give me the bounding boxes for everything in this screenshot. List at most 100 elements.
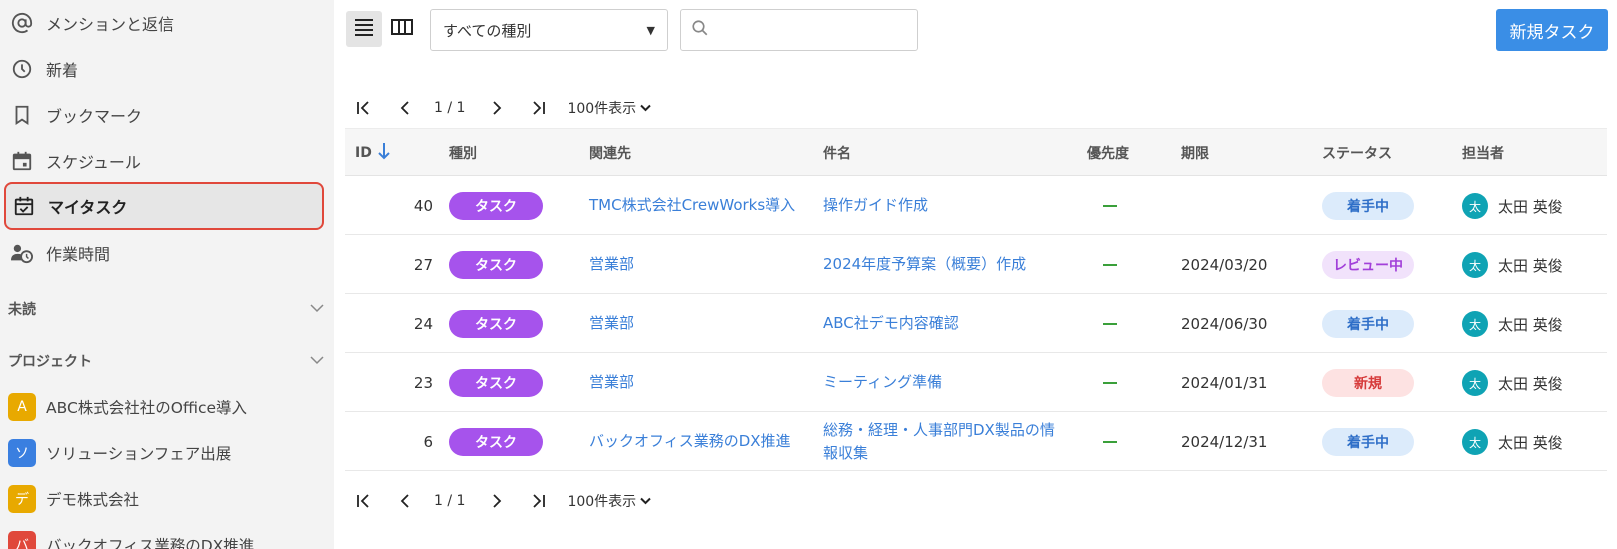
col-related[interactable]: 関連先 <box>589 129 631 177</box>
cell-priority <box>1103 354 1117 412</box>
table-row[interactable]: 27 タスク 営業部 2024年度予算案（概要）作成 2024/03/20 レビュー中 太太… <box>345 236 1607 294</box>
type-badge: タスク <box>449 251 543 279</box>
cell-assignee: 太太田 英俊 <box>1462 177 1563 235</box>
section-unread[interactable]: 未読 <box>0 294 334 324</box>
cell-id: 6 <box>423 433 433 451</box>
app-root: メンションと返信 新着 ブックマーク スケジュール マイタスク 作業時間 未読 … <box>0 0 1617 549</box>
cell-subject: ミーティング準備 <box>823 354 1063 412</box>
list-view-button[interactable] <box>346 11 382 47</box>
project-item[interactable]: A ABC株式会社社のOffice導入 <box>0 387 334 427</box>
status-badge: 新規 <box>1322 369 1414 397</box>
priority-none-dash <box>1103 323 1117 325</box>
nav-label: 作業時間 <box>46 245 111 264</box>
assignee-name: 太田 英俊 <box>1498 256 1563 275</box>
nav-bookmarks[interactable]: ブックマーク <box>0 92 334 138</box>
table-row[interactable]: 23 タスク 営業部 ミーティング準備 2024/01/31 新規 太太田 英俊 <box>345 354 1607 412</box>
status-badge: 着手中 <box>1322 310 1414 338</box>
table-row[interactable]: 24 タスク 営業部 ABC社デモ内容確認 2024/06/30 着手中 太太田 英俊 <box>345 295 1607 353</box>
page-size-select[interactable]: 100件表示 <box>567 98 651 118</box>
type-badge: タスク <box>449 428 543 456</box>
page-info: 1 / 1 <box>434 493 466 509</box>
cell-type: タスク <box>449 354 543 412</box>
nav-label: 新着 <box>46 61 79 80</box>
new-task-button[interactable]: 新規タスク <box>1496 9 1608 51</box>
project-item[interactable]: デ デモ株式会社 <box>0 479 334 519</box>
type-badge: タスク <box>449 192 543 220</box>
next-page-icon[interactable] <box>485 96 509 120</box>
col-subject[interactable]: 件名 <box>823 129 851 177</box>
page-size-label: 100件表示 <box>567 101 637 117</box>
related-link[interactable]: バックオフィス業務のDX推進 <box>589 430 791 453</box>
at-icon <box>10 11 34 35</box>
cell-subject: 2024年度予算案（概要）作成 <box>823 236 1063 294</box>
col-assignee[interactable]: 担当者 <box>1462 129 1504 177</box>
prev-page-icon[interactable] <box>393 489 417 513</box>
cell-type: タスク <box>449 236 543 294</box>
assignee-name: 太田 英俊 <box>1498 433 1563 452</box>
related-link[interactable]: 営業部 <box>589 312 634 335</box>
table-row[interactable]: 6 タスク バックオフィス業務のDX推進 総務・経理・人事部門DX製品の情報収集 202… <box>345 413 1607 471</box>
cell-id: 40 <box>413 197 433 215</box>
subject-link[interactable]: ミーティング準備 <box>823 371 942 394</box>
col-type[interactable]: 種別 <box>449 129 477 177</box>
assignee-name: 太田 英俊 <box>1498 197 1563 216</box>
last-page-icon[interactable] <box>526 96 550 120</box>
first-page-icon[interactable] <box>352 489 376 513</box>
table-row[interactable]: 40 タスク TMC株式会社CrewWorks導入 操作ガイド作成 着手中 太太田 英俊 <box>345 177 1607 235</box>
last-page-icon[interactable] <box>526 489 550 513</box>
chevron-down-icon <box>640 493 651 509</box>
avatar: 太 <box>1462 311 1488 337</box>
col-status[interactable]: ステータス <box>1322 129 1392 177</box>
nav-new[interactable]: 新着 <box>0 46 334 92</box>
related-link[interactable]: 営業部 <box>589 371 634 394</box>
columns-icon <box>391 18 413 40</box>
bookmark-icon <box>10 103 34 127</box>
sort-desc-icon <box>378 142 390 164</box>
cell-related: バックオフィス業務のDX推進 <box>589 413 805 471</box>
first-page-icon[interactable] <box>352 96 376 120</box>
subject-link[interactable]: 2024年度予算案（概要）作成 <box>823 253 1026 276</box>
assignee-name: 太田 英俊 <box>1498 374 1563 393</box>
status-badge: 着手中 <box>1322 192 1414 220</box>
prev-page-icon[interactable] <box>393 96 417 120</box>
section-projects[interactable]: プロジェクト <box>0 346 334 376</box>
nav-my-tasks[interactable]: マイタスク <box>4 182 324 230</box>
cell-status: 着手中 <box>1322 413 1414 471</box>
board-view-button[interactable] <box>384 11 420 47</box>
nav-schedule[interactable]: スケジュール <box>0 138 334 184</box>
type-filter-select[interactable]: すべての種別 ▼ <box>430 9 668 51</box>
status-badge: レビュー中 <box>1322 251 1414 279</box>
col-priority[interactable]: 優先度 <box>1087 129 1129 177</box>
col-id[interactable]: ID <box>355 129 390 177</box>
cell-id: 24 <box>413 315 433 333</box>
cell-assignee: 太太田 英俊 <box>1462 413 1563 471</box>
subject-link[interactable]: 総務・経理・人事部門DX製品の情報収集 <box>823 419 1063 466</box>
subject-link[interactable]: ABC社デモ内容確認 <box>823 312 959 335</box>
cell-subject: 総務・経理・人事部門DX製品の情報収集 <box>823 413 1063 471</box>
list-icon <box>354 18 374 40</box>
nav-work-time[interactable]: 作業時間 <box>0 230 334 276</box>
nav-mentions[interactable]: メンションと返信 <box>0 0 334 46</box>
priority-none-dash <box>1103 382 1117 384</box>
search-input[interactable] <box>715 15 907 45</box>
calendar-icon <box>10 149 34 173</box>
caret-down-icon: ▼ <box>646 23 655 37</box>
cell-type: タスク <box>449 177 543 235</box>
next-page-icon[interactable] <box>485 489 509 513</box>
cell-id: 23 <box>413 374 433 392</box>
related-link[interactable]: TMC株式会社CrewWorks導入 <box>589 194 795 217</box>
subject-link[interactable]: 操作ガイド作成 <box>823 194 928 217</box>
chevron-down-icon <box>310 301 324 317</box>
project-item[interactable]: バ バックオフィス業務のDX推進 <box>0 525 334 549</box>
cell-priority <box>1103 177 1117 235</box>
cell-assignee: 太太田 英俊 <box>1462 236 1563 294</box>
assignee-name: 太田 英俊 <box>1498 315 1563 334</box>
cell-status: 着手中 <box>1322 295 1414 353</box>
related-link[interactable]: 営業部 <box>589 253 634 276</box>
col-due[interactable]: 期限 <box>1181 129 1209 177</box>
page-size-select[interactable]: 100件表示 <box>567 491 651 511</box>
search-box[interactable] <box>680 9 918 51</box>
project-badge: バ <box>8 531 36 549</box>
chevron-down-icon <box>640 100 651 116</box>
project-item[interactable]: ソ ソリューションフェア出展 <box>0 433 334 473</box>
